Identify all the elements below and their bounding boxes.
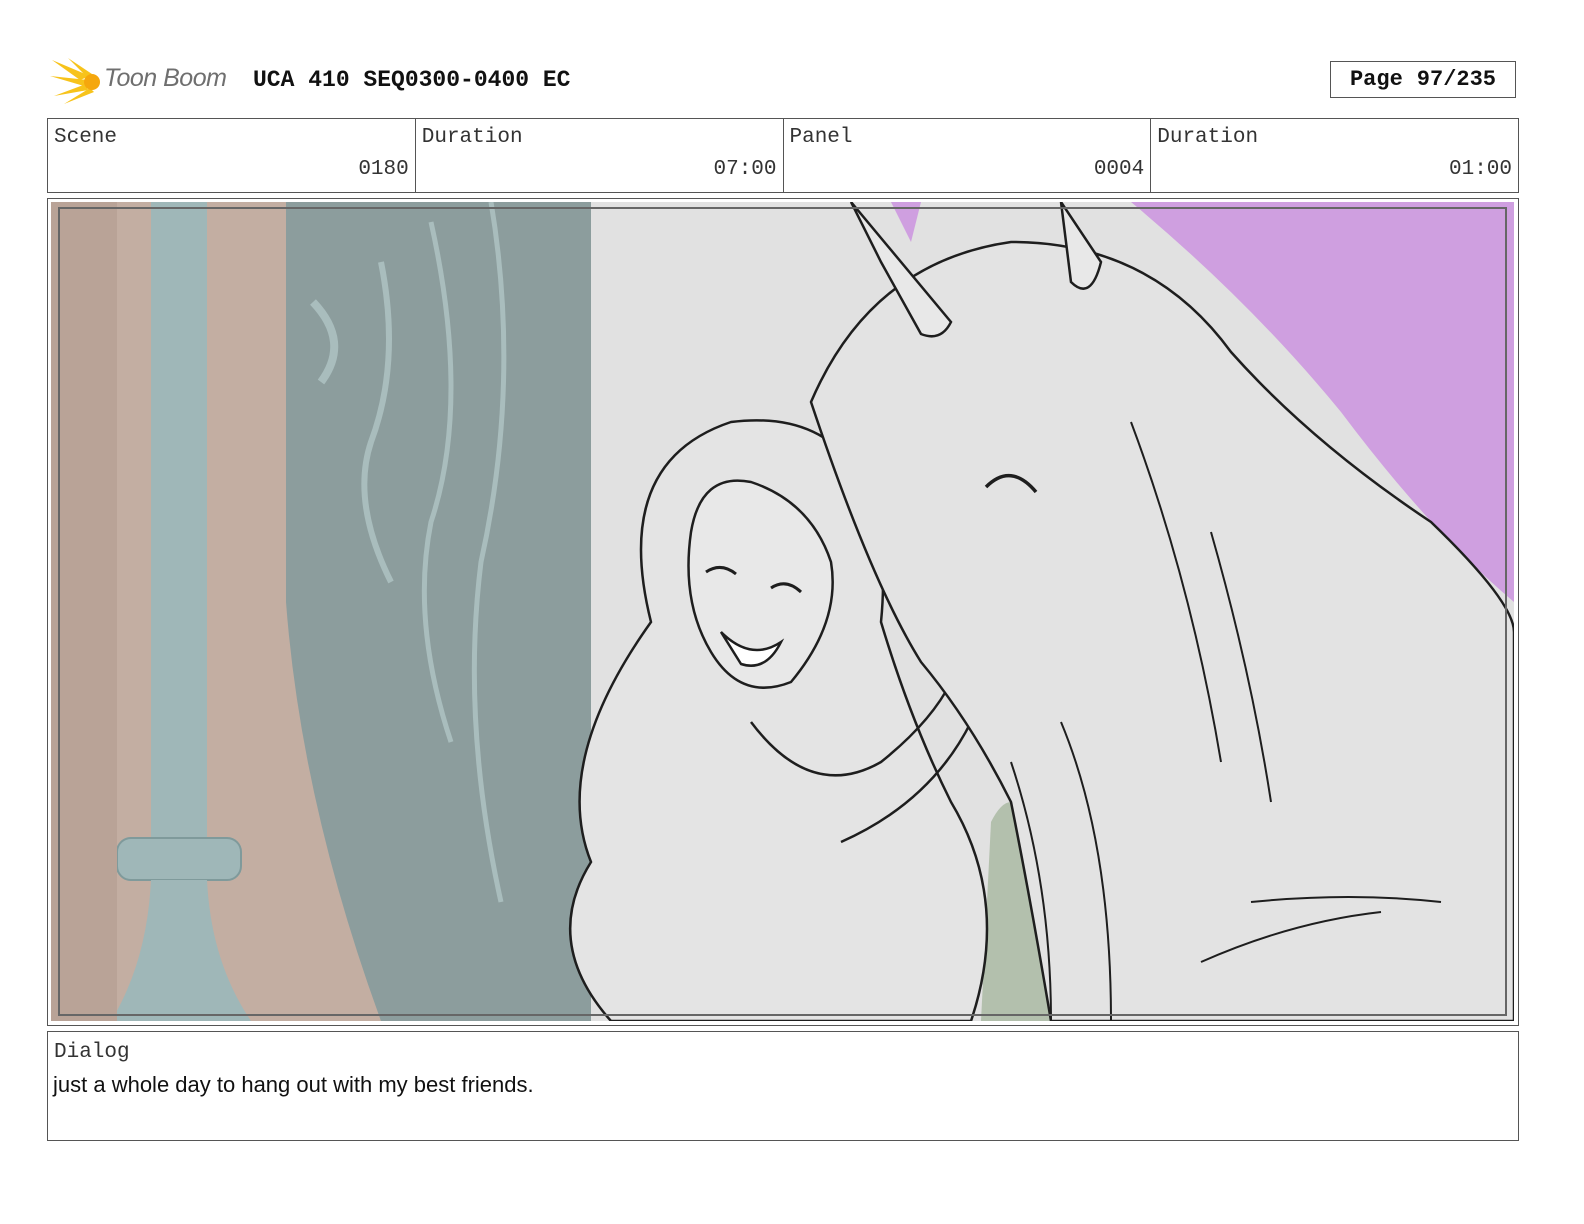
panel-duration-value: 01:00 <box>1448 158 1512 181</box>
panel-cell: Panel 0004 <box>784 119 1152 192</box>
scene-duration-value: 07:00 <box>713 158 777 181</box>
panel-duration-cell: Duration 01:00 <box>1151 119 1518 192</box>
panel-value: 0004 <box>1093 158 1145 181</box>
page-indicator: Page 97/235 <box>1330 61 1516 98</box>
dialog-label: Dialog <box>54 1041 130 1064</box>
panel-label: Panel <box>789 126 853 149</box>
dialog-box: Dialog just a whole day to hang out with… <box>47 1031 1519 1141</box>
scene-value: 0180 <box>358 158 409 181</box>
scene-duration-cell: Duration 07:00 <box>416 119 784 192</box>
logo-text: Toon Boom <box>104 64 227 92</box>
dialog-text: just a whole day to hang out with my bes… <box>53 1072 534 1097</box>
panel-artwork <box>51 202 1514 1021</box>
scene-label: Scene <box>54 126 118 149</box>
panel-duration-label: Duration <box>1157 126 1259 149</box>
page-number: 97/235 <box>1416 67 1497 92</box>
storyboard-panel <box>47 198 1519 1026</box>
project-title: UCA 410 SEQ0300-0400 EC <box>253 67 571 93</box>
scene-cell: Scene 0180 <box>48 119 416 192</box>
scene-info-table: Scene 0180 Duration 07:00 Panel 0004 Dur… <box>47 118 1519 193</box>
page-label: Page <box>1349 67 1403 92</box>
scene-duration-label: Duration <box>421 126 523 149</box>
